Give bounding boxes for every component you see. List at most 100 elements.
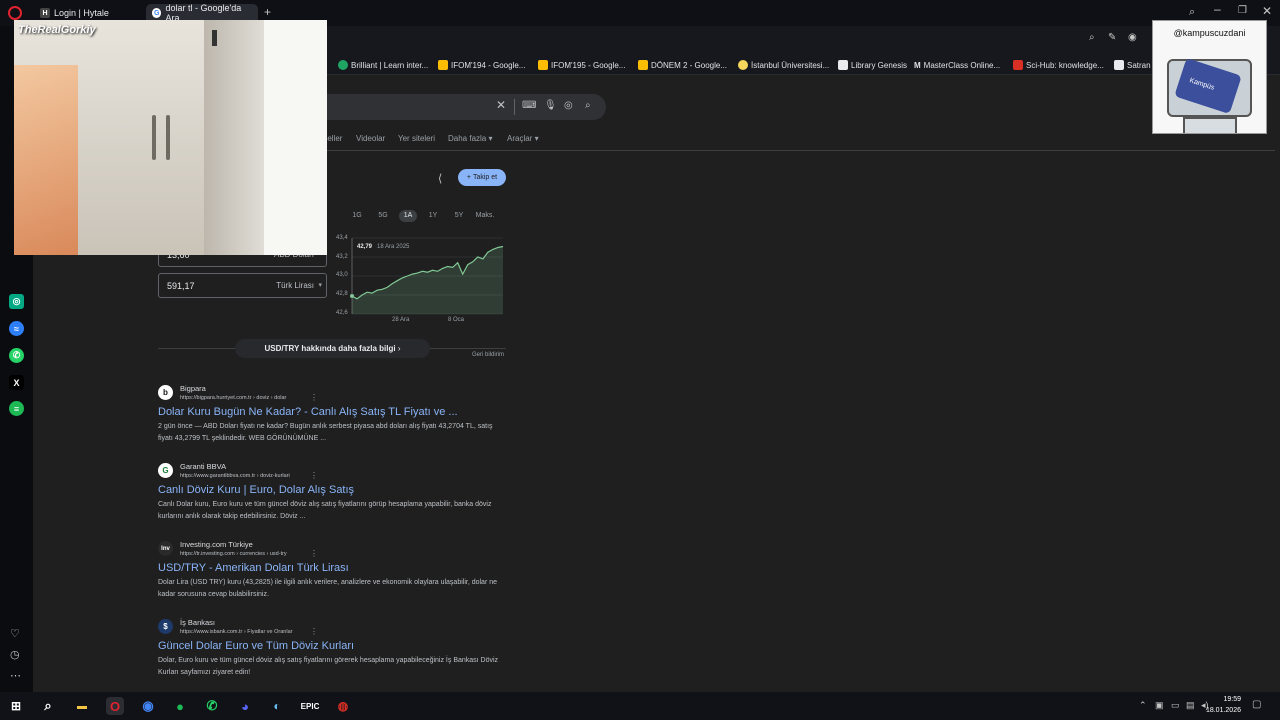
filter-tools[interactable]: Araçlar ▾ — [507, 134, 539, 143]
result-title-link[interactable]: Canlı Döviz Kuru | Euro, Dolar Alış Satı… — [158, 484, 354, 496]
discord-taskbar-icon[interactable]: ◕ — [236, 697, 254, 715]
chrome-taskbar-icon[interactable]: ◉ — [139, 697, 157, 715]
voice-search-mic-icon[interactable]: 🎙 — [544, 100, 557, 111]
more-about-usdtry-button[interactable]: USD/TRY hakkında daha fazla bilgi › — [235, 339, 430, 358]
result-site-name[interactable]: Investing.com Türkiye — [180, 540, 253, 549]
page-scrollbar[interactable] — [1274, 75, 1280, 692]
search-input[interactable] — [300, 94, 606, 120]
bookmark-donem2[interactable]: DÖNEM 2 - Google... — [638, 59, 727, 71]
follow-button[interactable]: + Takip et — [458, 169, 506, 186]
lens-camera-icon[interactable]: ◎ — [564, 100, 573, 111]
result-menu-dots-icon[interactable]: ⋮ — [310, 471, 318, 480]
search-divider — [514, 99, 515, 115]
range-max[interactable]: Maks. — [474, 210, 496, 222]
notifications-icon[interactable]: ▢ — [1252, 699, 1261, 710]
result-site-name[interactable]: Garanti BBVA — [180, 462, 226, 471]
bookmark-ifom194[interactable]: IFOM'194 - Google... — [438, 59, 525, 71]
sidebar-app-icon[interactable]: ◎ — [9, 294, 24, 309]
chart-point — [377, 290, 378, 291]
file-explorer-icon[interactable]: ▬ — [73, 697, 91, 715]
network-icon[interactable]: ▤ — [1186, 700, 1195, 711]
bookmark-label: IFOM'194 - Google... — [451, 60, 526, 70]
result-menu-dots-icon[interactable]: ⋮ — [310, 393, 318, 402]
whatsapp-icon[interactable]: ✆ — [9, 348, 24, 363]
spotify-icon[interactable]: ≡ — [9, 401, 24, 416]
edit-icon[interactable]: ✎ — [1108, 32, 1116, 43]
restore-icon[interactable]: ❐ — [1238, 5, 1247, 16]
chart-point — [407, 275, 408, 276]
bookmark-ifom195[interactable]: IFOM'195 - Google... — [538, 59, 625, 71]
chart-point — [356, 298, 357, 299]
result-title-link[interactable]: Güncel Dolar Euro ve Tüm Döviz Kurları — [158, 640, 354, 652]
search-tabs-icon[interactable]: ⌕ — [1089, 32, 1095, 43]
close-window-icon[interactable]: ✕ — [1262, 4, 1272, 18]
range-5d[interactable]: 5G — [374, 210, 392, 222]
wardrobe-panel — [204, 20, 264, 255]
opera-taskbar-icon[interactable]: O — [106, 697, 124, 715]
result-site-name[interactable]: İş Bankası — [180, 618, 215, 627]
clear-search-icon[interactable]: ✕ — [496, 98, 506, 112]
range-1d[interactable]: 1G — [348, 210, 366, 222]
chart-point — [392, 283, 393, 284]
more-dots-icon[interactable]: ⋯ — [10, 669, 21, 682]
windows-search-icon[interactable]: ⌕ — [39, 697, 57, 715]
bookmark-scihub[interactable]: Sci-Hub: knowledge... — [1013, 59, 1104, 71]
history-clock-icon[interactable]: ◷ — [10, 648, 20, 661]
filter-divider — [300, 150, 1275, 151]
clock-time[interactable]: 19:59 — [1205, 696, 1241, 703]
keyboard-icon[interactable]: ⌨ — [522, 100, 536, 111]
share-icon[interactable]: ⟨ — [438, 172, 442, 185]
bookmark-libgen[interactable]: Library Genesis — [838, 59, 907, 71]
range-1y[interactable]: 1Y — [424, 210, 442, 222]
minimize-icon[interactable]: – — [1214, 2, 1221, 16]
hook — [212, 30, 217, 46]
result-title-link[interactable]: Dolar Kuru Bugün Ne Kadar? - Canlı Alış … — [158, 406, 458, 418]
result-title-link[interactable]: USD/TRY - Amerikan Doları Türk Lirası — [158, 562, 349, 574]
whatsapp-taskbar-icon[interactable]: ✆ — [203, 697, 221, 715]
new-tab-plus-icon[interactable]: + — [264, 5, 271, 19]
filter-more[interactable]: Daha fazla ▾ — [448, 134, 493, 143]
book-icon — [838, 60, 848, 70]
exchange-rate-chart[interactable] — [350, 236, 506, 316]
filter-videos[interactable]: Videolar — [356, 134, 385, 143]
feedback-link[interactable]: Geri bildirim — [472, 352, 504, 358]
windows-start-icon[interactable]: ⊞ — [7, 697, 25, 715]
tray-chevron-up-icon[interactable]: ⌃ — [1139, 700, 1147, 711]
result-url[interactable]: https://www.garantibbva.com.tr › doviz-k… — [180, 473, 290, 479]
x-twitter-icon[interactable]: X — [9, 375, 24, 390]
range-1m[interactable]: 1A — [399, 210, 417, 222]
chart-point — [492, 249, 493, 250]
tab-search-icon[interactable]: ⌕ — [1189, 6, 1195, 19]
result-site-name[interactable]: Bigpara — [180, 384, 206, 393]
tray-monitor-icon[interactable]: ▭ — [1171, 700, 1180, 711]
bookmark-brilliant[interactable]: Brilliant | Learn inter... — [338, 59, 428, 71]
chart-point — [472, 261, 473, 262]
result-url[interactable]: https://tr.investing.com › currencies › … — [180, 551, 287, 557]
steam-taskbar-icon[interactable]: ◐ — [268, 697, 286, 715]
result-snippet: Canlı Dolar kuru, Euro kuru ve tüm günce… — [158, 501, 492, 520]
heart-icon[interactable]: ♡ — [10, 627, 20, 640]
spotify-taskbar-icon[interactable]: ● — [171, 697, 189, 715]
search-icon[interactable]: ⌕ — [585, 100, 591, 111]
result-url[interactable]: https://bigpara.hurriyet.com.tr › doviz … — [180, 395, 286, 401]
epic-games-taskbar-icon[interactable]: EPIC — [301, 697, 320, 715]
recording-app-taskbar-icon[interactable]: ◍ — [334, 697, 352, 715]
opera-logo-icon[interactable] — [8, 6, 22, 20]
result-menu-dots-icon[interactable]: ⋮ — [310, 549, 318, 558]
bookmark-masterclass[interactable]: M MasterClass Online... — [914, 59, 1000, 71]
bookmark-satranc[interactable]: Satran — [1114, 59, 1151, 71]
result-url[interactable]: https://www.isbank.com.tr › Fiyatlar ve … — [180, 629, 292, 635]
filter-places[interactable]: Yer siteleri — [398, 134, 435, 143]
bookmark-istanbul-uni[interactable]: İstanbul Üniversitesi... — [738, 59, 829, 71]
tray-device-icon[interactable]: ▣ — [1155, 700, 1164, 711]
clock-date[interactable]: 18.01.2026 — [1199, 707, 1241, 714]
webcam-overlay: TheRealGorkiy — [14, 20, 327, 255]
windows-taskbar — [0, 692, 1280, 720]
converter-to-field[interactable]: 591,17 Türk Lirası ▾ — [158, 273, 327, 298]
range-5y[interactable]: 5Y — [450, 210, 468, 222]
chart-point — [467, 264, 468, 265]
messenger-icon[interactable]: ≈ — [9, 321, 24, 336]
result-menu-dots-icon[interactable]: ⋮ — [310, 627, 318, 636]
camera-snapshot-icon[interactable]: ◉ — [1128, 32, 1137, 43]
chart-point — [432, 270, 433, 271]
